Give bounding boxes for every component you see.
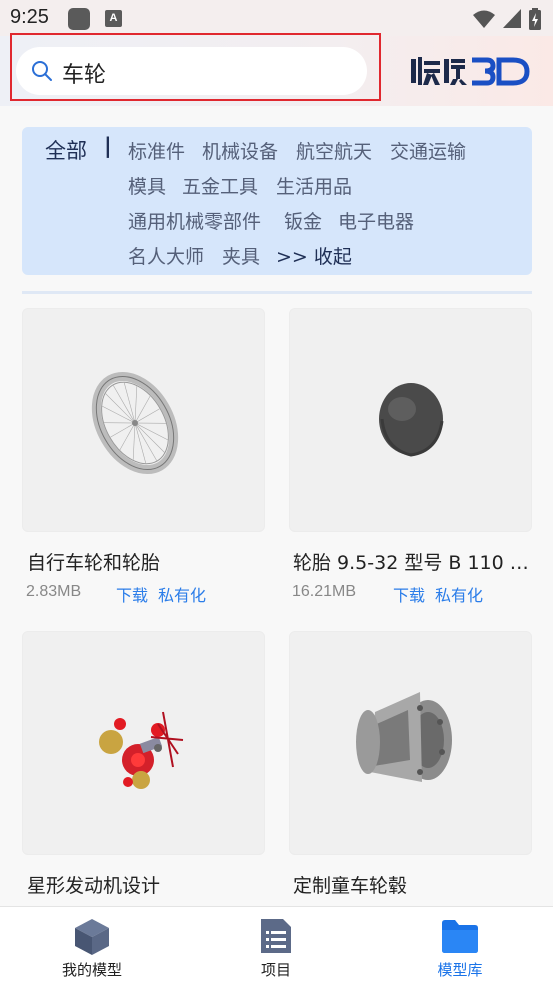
category-separator: | [104,134,112,158]
model-card-thumbnail[interactable] [289,631,532,855]
model-title[interactable]: 星形发动机设计 [27,871,263,898]
category-electronics[interactable]: 电子电器 [338,207,414,234]
model-card-thumbnail[interactable] [289,308,532,532]
collapse-categories-button[interactable]: >> 收起 [276,242,352,269]
radial-engine-image [99,711,184,789]
cube-icon [75,919,109,955]
category-standard-parts[interactable]: 标准件 [128,137,185,164]
model-title[interactable]: 自行车轮和轮胎 [27,548,263,575]
category-masters[interactable]: 名人大师 [128,242,204,269]
bicycle-wheel-image [91,371,179,475]
category-molds[interactable]: 模具 [128,172,166,199]
model-card-thumbnail[interactable] [22,631,265,855]
category-aerospace[interactable]: 航空航天 [296,137,372,164]
category-sheet-metal[interactable]: 钣金 [284,207,322,234]
wifi-icon [473,10,495,28]
kuaishi-3d-logo [411,57,530,86]
nav-label: 项目 [260,961,291,979]
download-button[interactable]: 下载 [116,582,148,606]
status-indicators [473,8,541,30]
category-hardware-tools[interactable]: 五金工具 [182,172,258,199]
nav-model-library[interactable]: 模型库 [368,907,552,984]
category-daily-goods[interactable]: 生活用品 [276,172,352,199]
download-button[interactable]: 下载 [393,582,425,606]
category-fixtures[interactable]: 夹具 [222,242,260,269]
category-all[interactable]: 全部 [45,135,87,165]
model-title[interactable]: 轮胎 9.5-32 型号 B 110 … [293,548,531,575]
nav-my-models[interactable]: 我的模型 [0,907,184,984]
nav-label: 模型库 [437,961,483,979]
folder-icon [442,920,478,953]
search-input[interactable]: 车轮 [16,47,367,95]
app-notification-icon [68,8,90,30]
search-query: 车轮 [62,63,107,88]
status-time: 9:25 [10,6,49,28]
signal-icon [503,9,521,28]
privatize-button[interactable]: 私有化 [435,582,483,606]
model-title[interactable]: 定制童车轮毂 [293,871,531,898]
tire-image [379,383,444,457]
wheel-hub-image [356,692,452,782]
category-general-machine-parts[interactable]: 通用机械零部件 [128,207,261,234]
model-card-thumbnail[interactable] [22,308,265,532]
model-size: 16.21MB [292,583,357,600]
category-transportation[interactable]: 交通运输 [390,137,466,164]
divider [22,291,532,294]
nav-projects[interactable]: 项目 [184,907,368,984]
bottom-nav: 我的模型 项目 模型库 [0,906,553,984]
status-bar: 9:25 A [0,0,553,36]
document-list-icon [261,919,291,953]
model-size: 2.83MB [26,583,82,600]
nav-label: 我的模型 [61,961,122,979]
privatize-button[interactable]: 私有化 [158,582,206,606]
keyboard-a-icon: A [105,10,122,27]
battery-icon [529,8,541,30]
category-machinery[interactable]: 机械设备 [202,137,278,164]
search-icon [30,59,54,87]
